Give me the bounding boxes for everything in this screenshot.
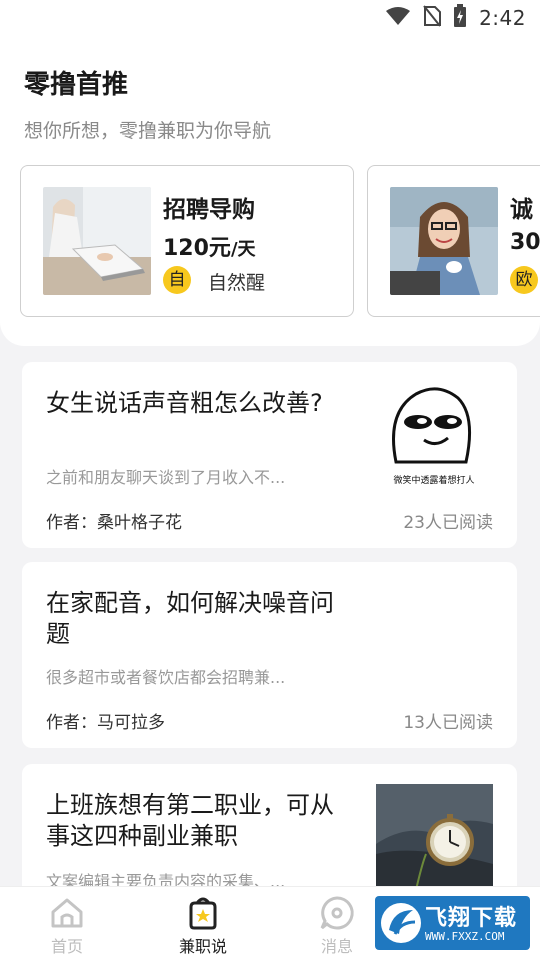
tab-messages[interactable]: 消息 — [292, 887, 382, 960]
message-icon — [319, 895, 355, 931]
fxxz-logo-icon — [379, 900, 423, 946]
article-card[interactable]: 女生说话声音粗怎么改善? 之前和朋友聊天谈到了月收入不... 作者：桑叶格子花 … — [22, 362, 517, 548]
article-read-count: 23人已阅读 — [403, 513, 493, 533]
watermark-url: WWW.FXXZ.COM — [425, 930, 505, 943]
job-salary-value: 120元 — [163, 236, 231, 261]
watermark-text: 飞翔下载 — [425, 906, 518, 931]
article-author: 作者：马可拉多 — [46, 713, 165, 733]
article-title: 女生说话声音粗怎么改善? — [46, 389, 323, 417]
job-image — [43, 187, 151, 295]
recommend-panel: 零撸首推 想你所想，零撸兼职为你导航 招聘导购 120元/天 自 自然醒 诚 3… — [0, 36, 540, 346]
job-title: 诚 — [510, 197, 533, 223]
job-company: 自然醒 — [208, 272, 266, 294]
page-title: 零撸首推 — [24, 70, 129, 100]
job-title: 招聘导购 — [163, 197, 255, 223]
article-thumbnail — [376, 784, 493, 890]
article-card[interactable]: 上班族想有第二职业，可从事这四种副业兼职 文案编辑主要负责内容的采集、... — [22, 764, 517, 904]
article-excerpt: 很多超市或者餐饮店都会招聘兼... — [46, 668, 286, 687]
article-thumbnail: 微笑中透露着想打人 — [376, 382, 493, 488]
job-salary: 120元/天 — [163, 230, 256, 262]
company-badge: 欧 — [510, 266, 538, 294]
article-title: 上班族想有第二职业，可从事这四种副业兼职 — [46, 791, 334, 850]
watermark-logo: 飞翔下载 WWW.FXXZ.COM — [375, 896, 530, 950]
job-image — [390, 187, 498, 295]
tab-jobs[interactable]: 兼职说 — [158, 887, 248, 960]
meme-caption: 微笑中透露着想打人 — [393, 474, 474, 486]
wifi-icon — [385, 6, 411, 31]
job-card[interactable]: 诚 30 欧 — [367, 165, 540, 317]
job-salary-unit: /天 — [230, 239, 256, 260]
status-bar: 2:42 — [0, 0, 540, 36]
battery-icon — [453, 3, 467, 33]
article-author: 作者：桑叶格子花 — [46, 513, 182, 533]
job-salary: 30 — [510, 230, 540, 255]
page-subtitle: 想你所想，零撸兼职为你导航 — [24, 120, 272, 142]
job-card[interactable]: 招聘导购 120元/天 自 自然醒 — [20, 165, 354, 317]
article-read-count: 13人已阅读 — [403, 713, 493, 733]
article-excerpt: 之前和朋友聊天谈到了月收入不... — [46, 468, 286, 487]
no-sim-icon — [423, 4, 442, 32]
tab-home[interactable]: 首页 — [22, 887, 112, 960]
tab-label: 消息 — [320, 937, 353, 956]
star-bag-icon — [185, 895, 221, 931]
home-icon — [49, 895, 85, 931]
tab-label: 首页 — [50, 937, 83, 956]
status-time: 2:42 — [479, 6, 526, 30]
company-badge: 自 — [163, 266, 191, 294]
job-salary-value: 30 — [510, 230, 540, 255]
tab-label: 兼职说 — [178, 937, 227, 956]
article-card[interactable]: 在家配音，如何解决噪音问题 很多超市或者餐饮店都会招聘兼... 作者：马可拉多 … — [22, 562, 517, 748]
article-title: 在家配音，如何解决噪音问题 — [46, 589, 334, 648]
